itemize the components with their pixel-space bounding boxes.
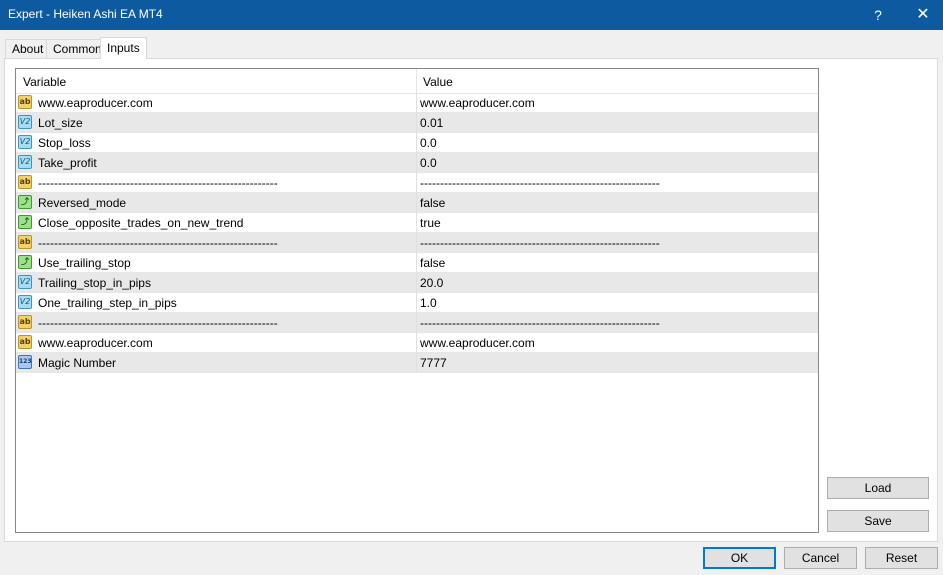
variable-cell: www.eaproducer.com: [38, 96, 153, 110]
value-cell[interactable]: ----------------------------------------…: [420, 316, 660, 330]
variable-cell: Take_profit: [38, 156, 97, 170]
double-icon: V2: [18, 295, 32, 309]
string-icon: ab: [18, 315, 32, 329]
table-row[interactable]: 123 Magic Number 7777: [16, 353, 818, 373]
tab-about[interactable]: About: [5, 39, 51, 58]
variable-cell: ----------------------------------------…: [38, 236, 278, 250]
value-cell[interactable]: www.eaproducer.com: [420, 96, 535, 110]
window-title: Expert - Heiken Ashi EA MT4: [8, 7, 163, 21]
table-row[interactable]: ab --------------------------------------…: [16, 313, 818, 333]
save-button[interactable]: Save: [827, 510, 929, 532]
variable-cell: Lot_size: [38, 116, 83, 130]
column-divider: [416, 313, 417, 333]
variable-cell: ----------------------------------------…: [38, 316, 278, 330]
table-row[interactable]: ab --------------------------------------…: [16, 173, 818, 193]
column-divider: [416, 293, 417, 313]
cancel-button[interactable]: Cancel: [784, 547, 857, 569]
column-divider: [416, 153, 417, 173]
string-icon: ab: [18, 175, 32, 189]
int-icon: 123: [18, 355, 32, 369]
column-divider: [416, 273, 417, 293]
table-body: ab www.eaproducer.com www.eaproducer.com V2…: [16, 93, 818, 373]
column-divider: [416, 193, 417, 213]
variable-cell: Close_opposite_trades_on_new_trend: [38, 216, 244, 230]
value-cell[interactable]: 20.0: [420, 276, 443, 290]
value-cell[interactable]: 1.0: [420, 296, 437, 310]
table-row[interactable]: V2 Lot_size 0.01: [16, 113, 818, 133]
double-icon: V2: [18, 275, 32, 289]
value-cell[interactable]: false: [420, 196, 445, 210]
column-divider: [416, 93, 417, 113]
column-divider: [416, 253, 417, 273]
string-icon: ab: [18, 335, 32, 349]
table-row[interactable]: V2 Trailing_stop_in_pips 20.0: [16, 273, 818, 293]
value-cell[interactable]: false: [420, 256, 445, 270]
column-header-value[interactable]: Value: [423, 75, 453, 89]
double-icon: V2: [18, 155, 32, 169]
value-cell[interactable]: 0.0: [420, 136, 437, 150]
table-row[interactable]: V2 Stop_loss 0.0: [16, 133, 818, 153]
bool-icon: ⤴: [18, 215, 32, 229]
title-bar[interactable]: Expert - Heiken Ashi EA MT4 ? ✕: [0, 0, 943, 30]
variable-cell: Trailing_stop_in_pips: [38, 276, 151, 290]
column-header-variable[interactable]: Variable: [23, 75, 66, 89]
variable-cell: Use_trailing_stop: [38, 256, 131, 270]
help-button[interactable]: ?: [858, 0, 898, 30]
table-row[interactable]: ⤴ Use_trailing_stop false: [16, 253, 818, 273]
close-button[interactable]: ✕: [903, 0, 943, 30]
column-divider: [416, 133, 417, 153]
value-cell[interactable]: 0.01: [420, 116, 443, 130]
string-icon: ab: [18, 235, 32, 249]
value-cell[interactable]: ----------------------------------------…: [420, 176, 660, 190]
value-cell[interactable]: 7777: [420, 356, 447, 370]
value-cell[interactable]: www.eaproducer.com: [420, 336, 535, 350]
variable-cell: Stop_loss: [38, 136, 91, 150]
value-cell[interactable]: 0.0: [420, 156, 437, 170]
reset-button[interactable]: Reset: [865, 547, 938, 569]
column-divider: [416, 213, 417, 233]
load-button[interactable]: Load: [827, 477, 929, 499]
double-icon: V2: [18, 135, 32, 149]
value-cell[interactable]: ----------------------------------------…: [420, 236, 660, 250]
column-divider: [416, 173, 417, 193]
column-divider[interactable]: [416, 69, 417, 93]
table-row[interactable]: V2 One_trailing_step_in_pips 1.0: [16, 293, 818, 313]
variable-cell: One_trailing_step_in_pips: [38, 296, 177, 310]
variable-cell: www.eaproducer.com: [38, 336, 153, 350]
column-divider: [416, 113, 417, 133]
column-divider: [416, 333, 417, 353]
table-row[interactable]: ⤴ Close_opposite_trades_on_new_trend true: [16, 213, 818, 233]
double-icon: V2: [18, 115, 32, 129]
variable-cell: Magic Number: [38, 356, 117, 370]
table-row[interactable]: ab www.eaproducer.com www.eaproducer.com: [16, 333, 818, 353]
string-icon: ab: [18, 95, 32, 109]
table-row[interactable]: ab --------------------------------------…: [16, 233, 818, 253]
variable-cell: Reversed_mode: [38, 196, 127, 210]
expert-dialog: Expert - Heiken Ashi EA MT4 ? ✕ About Co…: [0, 0, 943, 575]
table-row[interactable]: V2 Take_profit 0.0: [16, 153, 818, 173]
bool-icon: ⤴: [18, 255, 32, 269]
value-cell[interactable]: true: [420, 216, 441, 230]
column-divider: [416, 353, 417, 373]
tab-inputs[interactable]: Inputs: [100, 37, 147, 59]
variable-cell: ----------------------------------------…: [38, 176, 278, 190]
table-header: Variable Value: [16, 69, 818, 94]
bool-icon: ⤴: [18, 195, 32, 209]
table-row[interactable]: ab www.eaproducer.com www.eaproducer.com: [16, 93, 818, 113]
inputs-table: Variable Value ab www.eaproducer.com www.e…: [15, 68, 819, 533]
ok-button[interactable]: OK: [703, 547, 776, 569]
table-row[interactable]: ⤴ Reversed_mode false: [16, 193, 818, 213]
column-divider: [416, 233, 417, 253]
